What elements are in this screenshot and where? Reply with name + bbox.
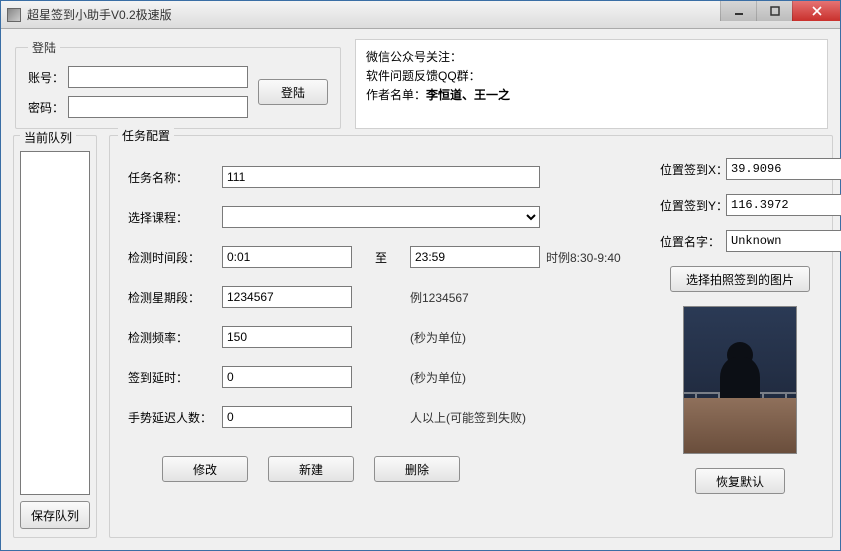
task-buttons: 修改 新建 删除 [128,456,646,482]
loc-x-input[interactable] [726,158,841,180]
info-line3: 作者名单：李恒道、王一之 [366,86,817,105]
account-input[interactable] [68,66,248,88]
info-line1: 微信公众号关注： [366,48,817,67]
freq-unit: (秒为单位) [410,329,540,346]
save-queue-button[interactable]: 保存队列 [20,501,90,529]
course-select[interactable] [222,206,540,228]
weekday-label: 检测星期段： [128,289,216,306]
new-button[interactable]: 新建 [268,456,354,482]
app-window: 超星签到小助手V0.2极速版 登陆 账号： [0,0,841,551]
gesture-input[interactable] [222,406,352,428]
close-button[interactable] [792,1,840,21]
login-legend: 登陆 [28,39,60,56]
task-group: 任务配置 任务名称： 选择课程： 检测时间段： 至 时例8:30-9:40 [109,135,833,538]
time-to-input[interactable] [410,246,540,268]
task-form: 任务名称： 选择课程： 检测时间段： 至 时例8:30-9:40 检测星期段： [128,166,646,428]
loc-y-input[interactable] [726,194,841,216]
info-line2: 软件问题反馈QQ群： [366,67,817,86]
delay-unit: (秒为单位) [410,369,540,386]
loc-x-label: 位置签到X： [660,161,718,178]
time-from-input[interactable] [222,246,352,268]
time-hint: 时例8:30-9:40 [546,249,646,266]
gesture-hint: 人以上(可能签到失败) [410,409,646,426]
signin-image-preview[interactable] [683,306,797,454]
timerange-label: 检测时间段： [128,249,216,266]
location-column: 位置签到X： 位置签到Y： 位置名字： 选择拍照签到的图片 [660,158,820,494]
client-area: 登陆 账号： 密码： 登陆 [1,29,840,550]
info-panel: 微信公众号关注： 软件问题反馈QQ群： 作者名单：李恒道、王一之 [355,39,828,129]
loc-y-label: 位置签到Y： [660,197,718,214]
delay-input[interactable] [222,366,352,388]
loc-name-input[interactable] [726,230,841,252]
maximize-button[interactable] [756,1,792,21]
titlebar: 超星签到小助手V0.2极速版 [1,1,840,29]
password-label: 密码： [28,99,68,116]
freq-label: 检测频率： [128,329,216,346]
course-label: 选择课程： [128,209,216,226]
choose-image-button[interactable]: 选择拍照签到的图片 [670,266,810,292]
weekday-input[interactable] [222,286,352,308]
window-title: 超星签到小助手V0.2极速版 [27,6,172,23]
delete-button[interactable]: 删除 [374,456,460,482]
modify-button[interactable]: 修改 [162,456,248,482]
loc-name-label: 位置名字： [660,233,718,250]
account-label: 账号： [28,69,68,86]
window-controls [720,1,840,21]
app-icon [7,8,21,22]
gesture-label: 手势延迟人数： [128,409,216,426]
task-legend: 任务配置 [118,127,174,144]
login-button[interactable]: 登陆 [258,79,328,105]
mid-row: 当前队列 保存队列 任务配置 任务名称： 选择课程： 检测时间段： [13,135,828,538]
login-group: 登陆 账号： 密码： 登陆 [15,39,341,129]
task-name-label: 任务名称： [128,169,216,186]
freq-input[interactable] [222,326,352,348]
queue-legend: 当前队列 [20,129,76,146]
time-to-label: 至 [358,249,404,266]
top-row: 登陆 账号： 密码： 登陆 [13,39,828,129]
weekday-hint: 例1234567 [410,289,540,306]
queue-column: 当前队列 保存队列 [13,135,97,538]
password-input[interactable] [68,96,248,118]
restore-default-button[interactable]: 恢复默认 [695,468,785,494]
queue-list[interactable] [20,151,90,495]
authors: 李恒道、王一之 [426,88,510,102]
task-name-input[interactable] [222,166,540,188]
delay-label: 签到延时： [128,369,216,386]
minimize-button[interactable] [720,1,756,21]
